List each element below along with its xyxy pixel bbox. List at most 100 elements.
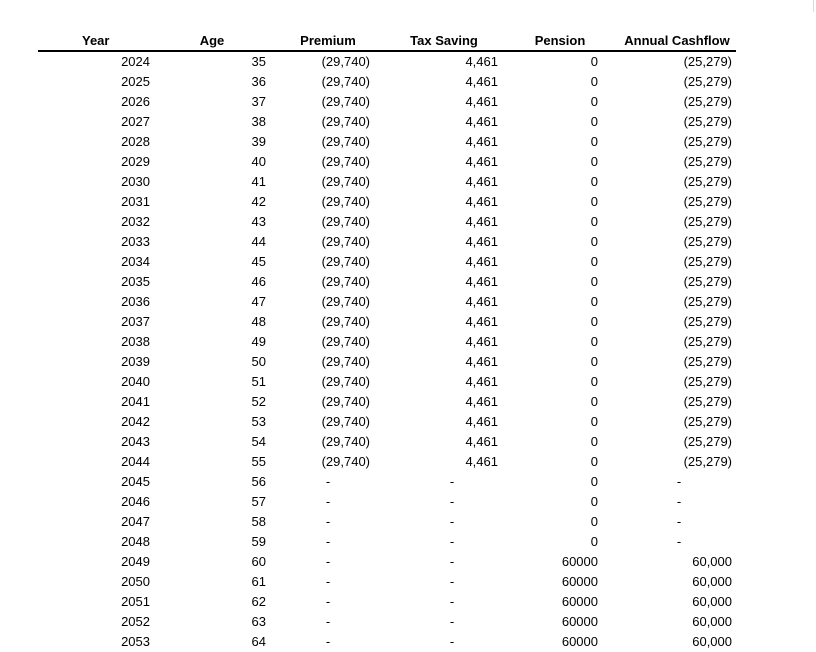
year-cell: 2025 <box>121 74 150 89</box>
annual-cashflow-cell: (25,279) <box>683 394 732 409</box>
annual-cashflow-cell: (25,279) <box>683 134 732 149</box>
year-cell: 2047 <box>121 514 150 529</box>
annual-cashflow-cell: (25,279) <box>683 274 732 289</box>
pension-cell: 0 <box>590 114 598 129</box>
pension-cell: 0 <box>590 334 598 349</box>
annual-cashflow-cell: (25,279) <box>683 354 732 369</box>
age-cell: 62 <box>251 594 266 609</box>
annual-cashflow-cell: (25,279) <box>683 434 732 449</box>
age-cell: 43 <box>251 214 266 229</box>
age-cell: 38 <box>251 114 266 129</box>
tax-saving-cell: 4,461 <box>465 414 498 429</box>
year-cell: 2028 <box>121 134 150 149</box>
age-cell: 56 <box>251 474 266 489</box>
premium-cell: (29,740) <box>321 134 370 149</box>
table-row: 2026 37 (29,740) 4,461 0 (25,279) <box>38 92 736 112</box>
premium-cell: (29,740) <box>321 94 370 109</box>
year-cell: 2034 <box>121 254 150 269</box>
header-row: Year Age Premium Tax Saving Pension Annu… <box>38 31 736 52</box>
tax-saving-cell: 4,461 <box>465 54 498 69</box>
year-cell: 2033 <box>121 234 150 249</box>
pension-cell: 0 <box>590 74 598 89</box>
age-cell: 55 <box>251 454 266 469</box>
tax-saving-cell: 4,461 <box>465 134 498 149</box>
tax-saving-cell: 4,461 <box>465 234 498 249</box>
tax-saving-cell: - <box>449 514 455 529</box>
age-cell: 39 <box>251 134 266 149</box>
premium-cell: (29,740) <box>321 374 370 389</box>
tax-saving-cell: 4,461 <box>465 74 498 89</box>
table-row: 2037 48 (29,740) 4,461 0 (25,279) <box>38 312 736 332</box>
pension-cell: 0 <box>590 214 598 229</box>
tax-saving-cell: 4,461 <box>465 374 498 389</box>
year-cell: 2051 <box>121 594 150 609</box>
premium-cell: (29,740) <box>321 414 370 429</box>
age-cell: 59 <box>251 534 266 549</box>
annual-cashflow-cell: (25,279) <box>683 314 732 329</box>
annual-cashflow-cell: (25,279) <box>683 74 732 89</box>
pension-cell: 0 <box>590 134 598 149</box>
age-cell: 46 <box>251 274 266 289</box>
table-row: 2042 53 (29,740) 4,461 0 (25,279) <box>38 412 736 432</box>
age-cell: 52 <box>251 394 266 409</box>
tax-saving-cell: 4,461 <box>465 194 498 209</box>
age-cell: 36 <box>251 74 266 89</box>
header-premium: Premium <box>270 31 386 52</box>
age-cell: 44 <box>251 234 266 249</box>
age-cell: 60 <box>251 554 266 569</box>
year-cell: 2046 <box>121 494 150 509</box>
age-cell: 54 <box>251 434 266 449</box>
annual-cashflow-cell: (25,279) <box>683 214 732 229</box>
table-body: 2024 35 (29,740) 4,461 0 (25,279) 2025 36 (29,74… <box>38 51 736 652</box>
year-cell: 2035 <box>121 274 150 289</box>
tax-saving-cell: - <box>449 534 455 549</box>
table-row: 2036 47 (29,740) 4,461 0 (25,279) <box>38 292 736 312</box>
premium-cell: (29,740) <box>321 174 370 189</box>
annual-cashflow-cell: - <box>676 514 682 529</box>
tax-saving-cell: - <box>449 594 455 609</box>
pension-cell: 0 <box>590 154 598 169</box>
tax-saving-cell: - <box>449 614 455 629</box>
table-row: 2038 49 (29,740) 4,461 0 (25,279) <box>38 332 736 352</box>
table-row: 2032 43 (29,740) 4,461 0 (25,279) <box>38 212 736 232</box>
pension-cell: 0 <box>590 314 598 329</box>
premium-cell: (29,740) <box>321 254 370 269</box>
table-row: 2053 64 - - 60000 60,000 <box>38 632 736 652</box>
pension-cell: 0 <box>590 494 598 509</box>
header-tax-saving: Tax Saving <box>386 31 502 52</box>
tax-saving-cell: 4,461 <box>465 174 498 189</box>
tax-saving-cell: - <box>449 494 455 509</box>
tax-saving-cell: 4,461 <box>465 114 498 129</box>
annual-cashflow-cell: (25,279) <box>683 194 732 209</box>
tax-saving-cell: 4,461 <box>465 294 498 309</box>
age-cell: 35 <box>251 54 266 69</box>
year-cell: 2030 <box>121 174 150 189</box>
table-row: 2041 52 (29,740) 4,461 0 (25,279) <box>38 392 736 412</box>
header-pension: Pension <box>502 31 618 52</box>
age-cell: 61 <box>251 574 266 589</box>
annual-cashflow-cell: (25,279) <box>683 174 732 189</box>
cashflow-table: Year Age Premium Tax Saving Pension Annu… <box>38 31 736 652</box>
annual-cashflow-cell: 60,000 <box>692 614 732 629</box>
year-cell: 2042 <box>121 414 150 429</box>
age-cell: 40 <box>251 154 266 169</box>
premium-cell: (29,740) <box>321 454 370 469</box>
year-cell: 2044 <box>121 454 150 469</box>
premium-cell: (29,740) <box>321 214 370 229</box>
tax-saving-cell: 4,461 <box>465 314 498 329</box>
premium-cell: (29,740) <box>321 54 370 69</box>
premium-cell: - <box>325 554 331 569</box>
year-cell: 2052 <box>121 614 150 629</box>
annual-cashflow-cell: - <box>676 474 682 489</box>
annual-cashflow-cell: (25,279) <box>683 234 732 249</box>
premium-cell: - <box>325 534 331 549</box>
tax-saving-cell: 4,461 <box>465 434 498 449</box>
tax-saving-cell: 4,461 <box>465 334 498 349</box>
table-row: 2035 46 (29,740) 4,461 0 (25,279) <box>38 272 736 292</box>
pension-cell: 0 <box>590 414 598 429</box>
year-cell: 2040 <box>121 374 150 389</box>
tax-saving-cell: 4,461 <box>465 154 498 169</box>
year-cell: 2029 <box>121 154 150 169</box>
year-cell: 2027 <box>121 114 150 129</box>
table-row: 2027 38 (29,740) 4,461 0 (25,279) <box>38 112 736 132</box>
